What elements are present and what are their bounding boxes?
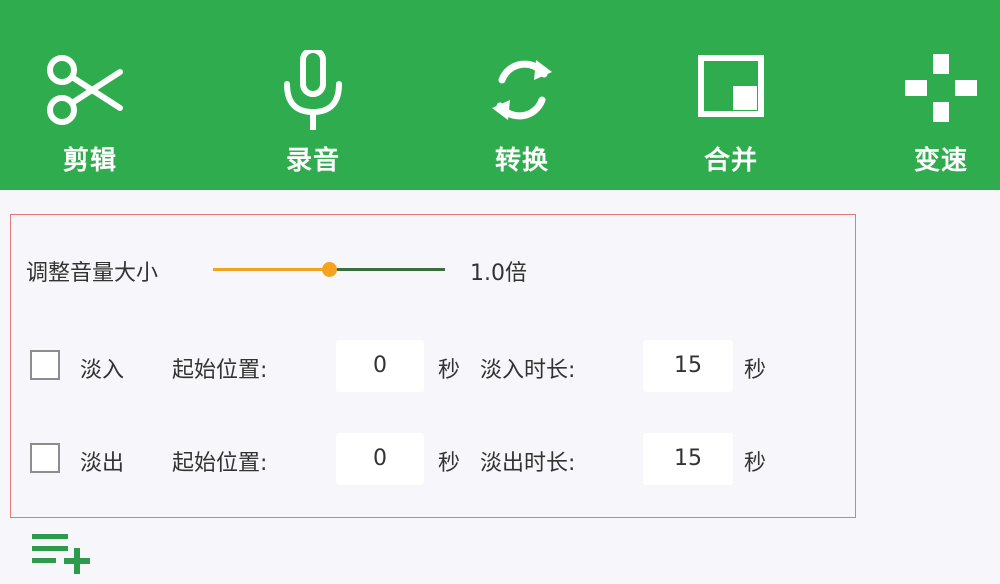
microphone-icon (263, 50, 363, 130)
tool-label: 转换 (494, 146, 549, 176)
toolbar: 剪辑 录音 转换 合并 变速 (0, 0, 1000, 190)
slider-track-filled (213, 268, 329, 271)
tool-label: 录音 (285, 146, 340, 176)
volume-value: 1.0倍 (470, 261, 527, 286)
add-list-button[interactable] (28, 526, 98, 576)
scissors-icon (40, 50, 140, 130)
tool-speed-button[interactable]: 变速 (866, 0, 1000, 190)
refresh-icon (472, 50, 572, 130)
fade-out-duration-unit: 秒 (744, 451, 767, 476)
fade-out-duration-input[interactable]: 15 (643, 433, 733, 485)
fade-out-start-unit: 秒 (438, 451, 461, 476)
fade-in-duration-unit: 秒 (744, 358, 767, 383)
merge-window-icon (681, 50, 781, 130)
audio-editor-window: 剪辑 录音 转换 合并 变速 调整音量大小 1.0倍 淡入 起始位置: 0 秒 … (0, 0, 1000, 584)
volume-slider[interactable] (213, 259, 445, 279)
fade-in-start-unit: 秒 (438, 358, 461, 383)
tool-cut-button[interactable]: 剪辑 (15, 0, 165, 190)
fade-in-label: 淡入 (80, 358, 125, 383)
fade-in-checkbox[interactable] (30, 350, 60, 380)
tool-label: 合并 (703, 146, 758, 176)
fade-out-start-label: 起始位置: (172, 451, 268, 476)
tool-label: 变速 (913, 146, 968, 176)
tool-convert-button[interactable]: 转换 (447, 0, 597, 190)
fade-out-duration-label: 淡出时长: (480, 451, 576, 476)
add-list-icon (32, 534, 90, 574)
tool-record-button[interactable]: 录音 (238, 0, 388, 190)
volume-label: 调整音量大小 (26, 261, 159, 286)
slider-track-empty (329, 268, 445, 271)
tool-label: 剪辑 (62, 146, 117, 176)
fade-in-duration-input[interactable]: 15 (643, 340, 733, 392)
fade-in-start-label: 起始位置: (172, 358, 268, 383)
fade-out-label: 淡出 (80, 451, 125, 476)
slider-thumb[interactable] (321, 262, 337, 277)
fade-in-start-input[interactable]: 0 (336, 340, 424, 392)
fade-in-duration-label: 淡入时长: (480, 358, 576, 383)
fade-out-start-input[interactable]: 0 (336, 433, 424, 485)
fade-out-checkbox[interactable] (30, 443, 60, 473)
tool-merge-button[interactable]: 合并 (656, 0, 806, 190)
gamepad-icon (891, 50, 991, 130)
